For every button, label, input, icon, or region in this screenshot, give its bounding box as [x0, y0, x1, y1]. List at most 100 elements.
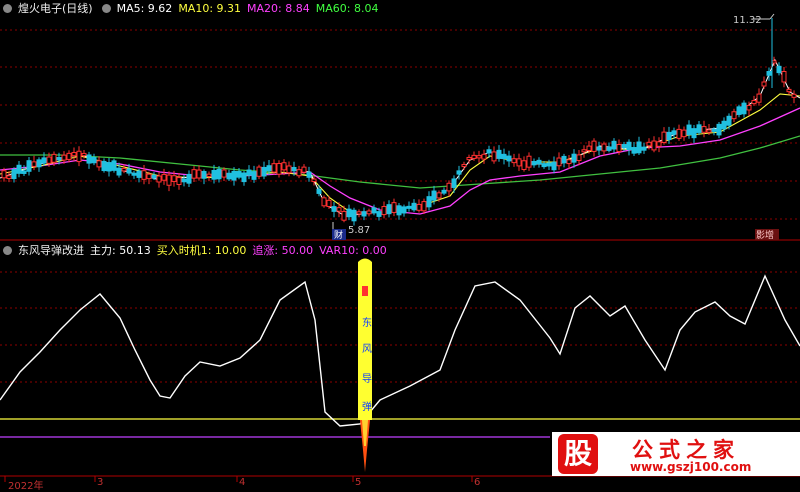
candle-body	[516, 158, 522, 167]
candle-body	[531, 160, 537, 166]
candle-body	[596, 146, 602, 151]
candle-body	[676, 128, 682, 139]
candle-body	[636, 141, 642, 154]
candle-body	[716, 123, 722, 136]
candle-body	[436, 192, 442, 199]
candle-body	[521, 160, 527, 170]
candle-body	[21, 170, 27, 174]
candle-body	[396, 205, 402, 216]
candle-body	[116, 167, 122, 176]
candle-body	[251, 171, 257, 180]
candle-body	[656, 141, 662, 147]
candle-body	[431, 190, 437, 201]
candle-body	[276, 163, 282, 175]
candle-body	[446, 182, 452, 192]
high-price-label: 11.32	[733, 15, 762, 26]
candle-body	[631, 147, 637, 154]
chart-canvas[interactable]: 11.32 5.87 财 影增 东 风 导 弹	[0, 0, 800, 490]
candle-body	[651, 140, 657, 151]
candle-body	[91, 156, 97, 164]
candle-body	[556, 157, 562, 167]
candle-body	[51, 153, 57, 163]
candle-body	[111, 160, 117, 171]
candle-body	[351, 209, 357, 222]
x-label-5: 5	[355, 477, 362, 488]
candle-body	[81, 152, 87, 157]
candle-body	[766, 71, 772, 76]
marker-right[interactable]: 影增	[755, 229, 779, 241]
candle-body	[346, 208, 352, 218]
candle-body	[226, 172, 232, 180]
candle-body	[576, 154, 582, 161]
candle-body	[366, 210, 372, 215]
candle-body	[456, 170, 462, 175]
candle-body	[321, 197, 327, 207]
candle-body	[511, 158, 517, 164]
candle-body	[36, 159, 42, 168]
candle-body	[76, 150, 82, 163]
candle-body	[621, 144, 627, 149]
candle-body	[471, 154, 477, 159]
candle-body	[291, 166, 297, 172]
candle-body	[141, 170, 147, 180]
candle-body	[491, 151, 497, 162]
candle-body	[246, 169, 252, 176]
missile-char-3: 导	[362, 373, 372, 385]
candle-body	[501, 153, 507, 160]
candle-body	[586, 145, 592, 151]
candle-body	[371, 207, 377, 214]
candle-body	[736, 106, 742, 115]
candle-body	[671, 130, 677, 135]
candle-body	[646, 141, 652, 147]
candle-body	[461, 163, 467, 168]
candle-body	[221, 169, 227, 178]
candle-body	[551, 161, 557, 171]
candle-body	[401, 206, 407, 214]
candle-body	[601, 143, 607, 152]
marker-left[interactable]: 财	[332, 229, 346, 241]
watermark-logo: 股	[558, 434, 598, 474]
candle-body	[306, 171, 312, 178]
candle-body	[316, 188, 322, 194]
candle-body	[731, 111, 737, 120]
candle-body	[301, 166, 307, 173]
candle-body	[426, 196, 432, 208]
candle-body	[391, 202, 397, 213]
candle-body	[566, 159, 572, 165]
candle-body	[261, 166, 267, 177]
missile-char-2: 风	[362, 343, 372, 355]
ma20-line	[0, 107, 800, 215]
candle-body	[286, 165, 292, 174]
missile-char-4: 弹	[362, 400, 372, 413]
candle-body	[561, 155, 567, 164]
candle-body	[481, 153, 487, 160]
missile-char-1: 东	[362, 316, 372, 329]
candle-body	[241, 172, 247, 183]
candle-body	[381, 206, 387, 216]
candle-body	[466, 156, 472, 161]
candle-body	[526, 155, 532, 168]
candle-body	[41, 157, 47, 164]
candle-body	[421, 201, 427, 212]
candle-body	[441, 189, 447, 194]
candle-body	[761, 81, 767, 87]
candle-body	[181, 178, 187, 183]
candle-body	[771, 60, 777, 64]
candlesticks	[1, 18, 797, 226]
candle-body	[486, 149, 492, 154]
candle-body	[186, 173, 192, 184]
candle-body	[691, 128, 697, 139]
candle-body	[166, 174, 172, 186]
x-label-6: 6	[474, 477, 481, 488]
candle-body	[136, 170, 142, 178]
candle-body	[86, 154, 92, 164]
candle-body	[616, 143, 622, 152]
candle-body	[126, 168, 132, 174]
candle-body	[541, 163, 547, 168]
candle-body	[271, 163, 277, 173]
candle-body	[171, 175, 177, 182]
candle-body	[506, 155, 512, 162]
candle-body	[211, 170, 217, 180]
candle-body	[726, 115, 732, 126]
candle-body	[476, 155, 482, 159]
